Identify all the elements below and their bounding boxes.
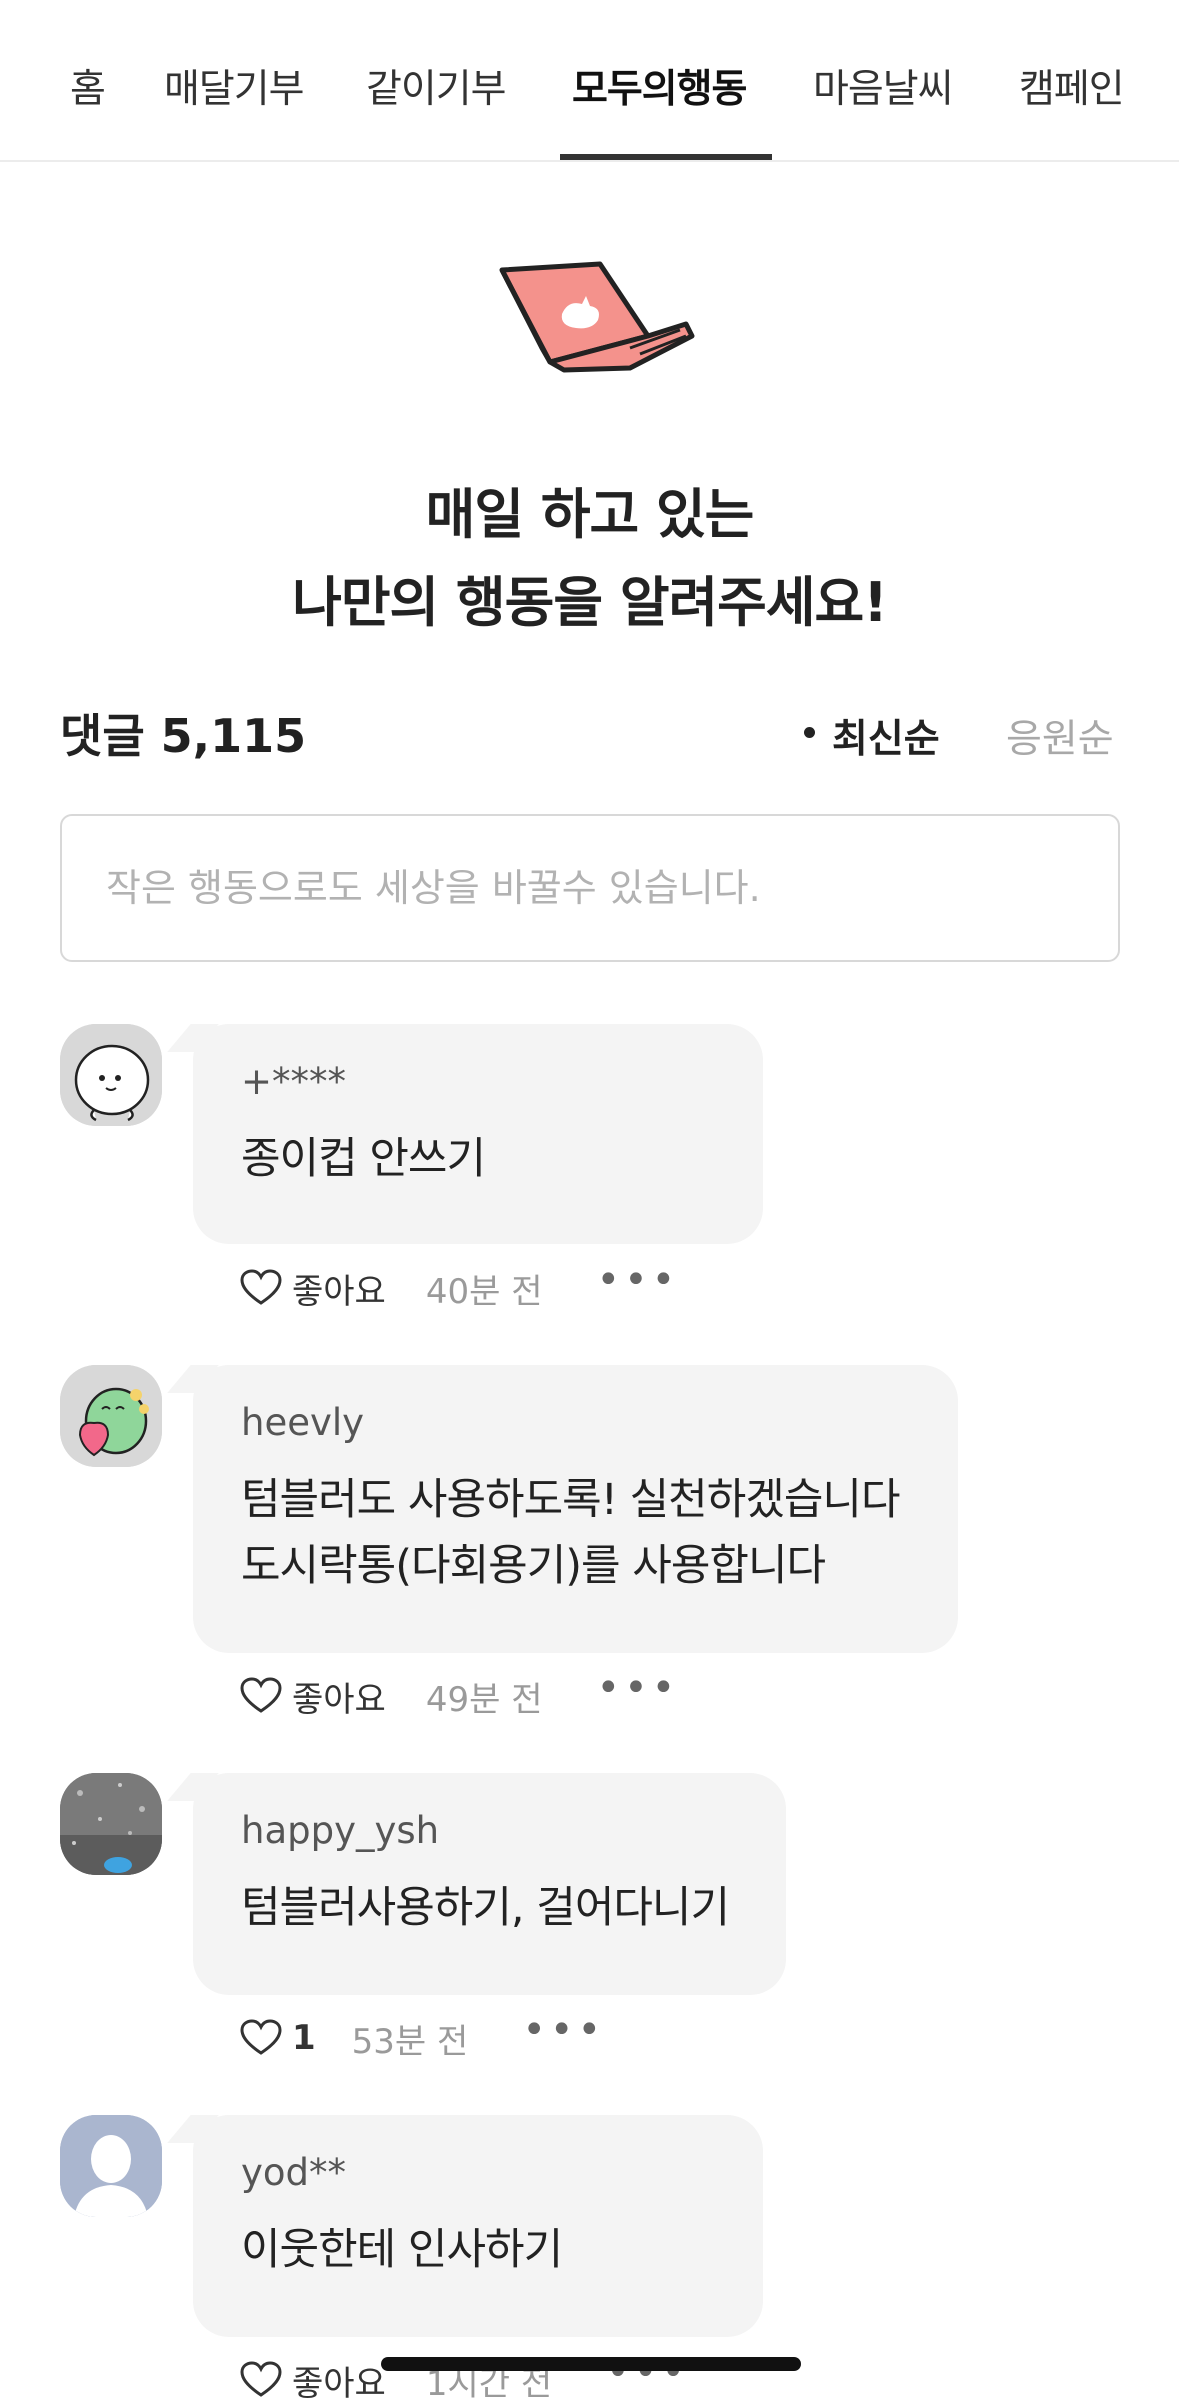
avatar[interactable] (60, 2115, 162, 2217)
hero-title-line-1: 매일 하고 있는 (425, 483, 755, 546)
heart-icon[interactable] (240, 2019, 282, 2057)
comment-meta: 좋아요 40분 전 ••• (240, 1260, 679, 1313)
heart-icon[interactable] (240, 2361, 282, 2399)
comment-body: 종이컵 안쓰기 (241, 1134, 486, 1184)
comment-time: 53분 전 (351, 2021, 469, 2062)
laptop-icon (480, 252, 698, 384)
comment-author[interactable]: happy_ysh (241, 1809, 738, 1853)
avatar[interactable] (60, 1365, 162, 1467)
comment-author[interactable]: +**** (241, 1060, 715, 1104)
comment-count-label: 댓글 (60, 709, 145, 763)
avatar-photo-icon (60, 1773, 162, 1875)
comment-body: 텀블러도 사용하도록! 실천하겠습니다 도시락통(다회용기)를 사용합니다 (241, 1475, 901, 1591)
tab-home[interactable]: 홈 (70, 58, 106, 114)
more-options-icon[interactable]: ••• (522, 2010, 605, 2050)
avatar-character-icon (60, 1024, 162, 1126)
tab-together-donation[interactable]: 같이기부 (366, 58, 507, 114)
more-options-icon[interactable]: ••• (596, 1668, 679, 1708)
tab-mind-weather[interactable]: 마음날씨 (813, 58, 954, 114)
comment-author[interactable]: yod** (241, 2151, 715, 2195)
like-button[interactable]: 좋아요 (292, 1672, 386, 1721)
selected-sort-dot (804, 727, 815, 738)
comment-bubble: happy_ysh 텀블러사용하기, 걸어다니기 (193, 1773, 786, 1995)
comment-time: 40분 전 (425, 1271, 543, 1312)
comment-time: 49분 전 (425, 1679, 543, 1720)
tab-everyones-action[interactable]: 모두의행동 (572, 58, 747, 114)
tab-campaign[interactable]: 캠페인 (1019, 58, 1125, 114)
comment-bubble: +**** 종이컵 안쓰기 (193, 1024, 763, 1244)
active-tab-indicator (560, 154, 772, 160)
like-button[interactable]: 좋아요 (292, 2356, 386, 2405)
comment-count-value: 5,115 (160, 709, 307, 763)
heart-icon[interactable] (240, 1269, 282, 1307)
sort-cheer-button[interactable]: 응원순 (1006, 708, 1114, 764)
comment-input[interactable] (60, 814, 1120, 962)
like-count[interactable]: 1 (292, 2018, 316, 2058)
heart-icon[interactable] (240, 1677, 282, 1715)
tab-bar: 홈 매달기부 같이기부 모두의행동 마음날씨 캠페인 (0, 0, 1179, 162)
more-options-icon[interactable]: ••• (596, 1260, 679, 1300)
default-profile-icon (60, 2115, 162, 2217)
sort-latest-button[interactable]: 최신순 (832, 708, 940, 764)
avatar-dinosaur-icon (60, 1365, 162, 1467)
comment-meta: 1 53분 전 ••• (240, 2010, 605, 2063)
avatar[interactable] (60, 1024, 162, 1126)
comment-bubble: heevly 텀블러도 사용하도록! 실천하겠습니다 도시락통(다회용기)를 사… (193, 1365, 958, 1653)
avatar[interactable] (60, 1773, 162, 1875)
comment-author[interactable]: heevly (241, 1401, 910, 1445)
comment-body: 텀블러사용하기, 걸어다니기 (241, 1883, 730, 1933)
hero-title-line-2: 나만의 행동을 알려주세요! (292, 571, 888, 634)
comment-bubble: yod** 이웃한테 인사하기 (193, 2115, 763, 2337)
comment-count: 댓글 5,115 (60, 700, 306, 766)
tab-monthly-donation[interactable]: 매달기부 (164, 58, 305, 114)
comment-meta: 좋아요 49분 전 ••• (240, 1668, 679, 1721)
home-indicator[interactable] (381, 2357, 801, 2371)
like-button[interactable]: 좋아요 (292, 1264, 386, 1313)
comment-body: 이웃한테 인사하기 (241, 2225, 563, 2275)
